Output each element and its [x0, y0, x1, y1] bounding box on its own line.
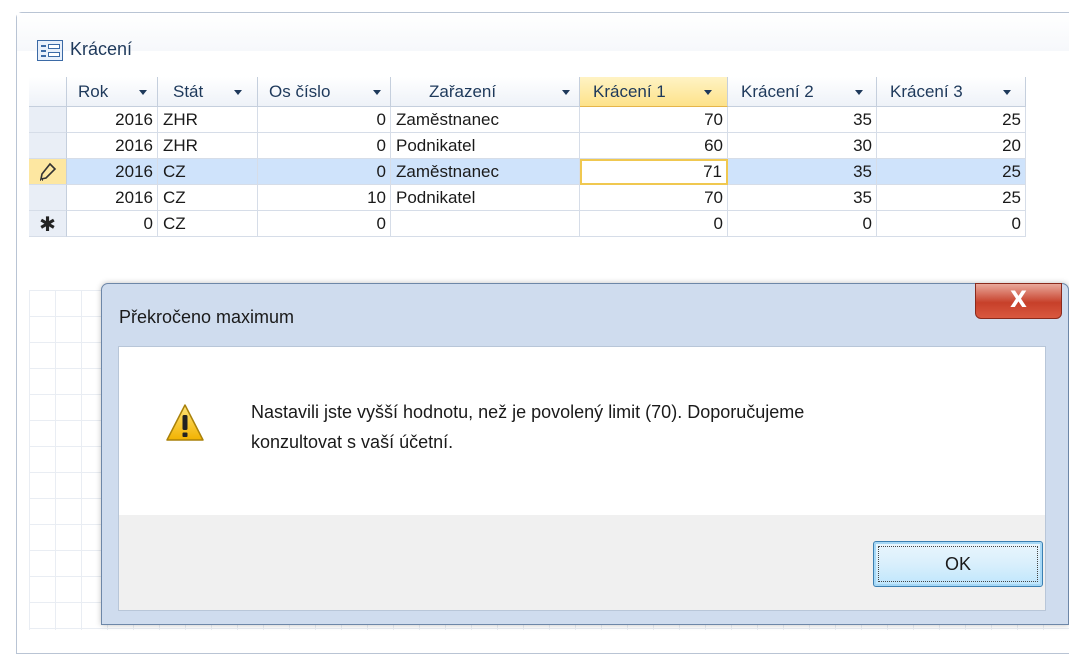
sort-dropdown-icon[interactable]: [855, 90, 863, 95]
column-header-label: Krácení 2: [741, 82, 814, 101]
warning-icon: [166, 404, 204, 441]
cell-kraceni-3[interactable]: 0: [877, 211, 1026, 237]
cell-stat[interactable]: CZ: [158, 159, 258, 185]
cell-kraceni-1-editing[interactable]: 71: [580, 159, 728, 185]
cell-zarazeni[interactable]: Zaměstnanec: [391, 159, 580, 185]
column-header-rok[interactable]: Rok: [67, 77, 158, 107]
cell-kraceni-1[interactable]: 0: [580, 211, 728, 237]
cell-stat[interactable]: ZHR: [158, 133, 258, 159]
cell-kraceni-3[interactable]: 25: [877, 107, 1026, 133]
cell-rok[interactable]: 2016: [67, 185, 158, 211]
cell-kraceni-2[interactable]: 35: [728, 159, 877, 185]
datasheet-title: Krácení: [70, 39, 133, 59]
close-button[interactable]: X: [975, 283, 1062, 319]
sort-dropdown-icon[interactable]: [704, 90, 712, 95]
cell-os-cislo[interactable]: 0: [258, 159, 391, 185]
dialog-message-line-1: Nastavili jste vyšší hodnotu, než je pov…: [251, 402, 805, 422]
column-header-os-cislo[interactable]: Os číslo: [258, 77, 391, 107]
record-selector[interactable]: [29, 159, 67, 185]
cell-kraceni-2[interactable]: 35: [728, 185, 877, 211]
dialog-body: Nastavili jste vyšší hodnotu, než je pov…: [118, 346, 1046, 516]
focus-ring: [878, 546, 1038, 582]
record-selector[interactable]: [29, 185, 67, 211]
column-header-label: Os číslo: [269, 82, 331, 101]
cell-rok[interactable]: 2016: [67, 133, 158, 159]
cell-kraceni-2[interactable]: 0: [728, 211, 877, 237]
sort-dropdown-icon[interactable]: [139, 90, 147, 95]
cell-kraceni-1[interactable]: 70: [580, 107, 728, 133]
cell-rok[interactable]: 2016: [67, 159, 158, 185]
sort-dropdown-icon[interactable]: [1003, 90, 1011, 95]
cell-stat[interactable]: CZ: [158, 211, 258, 237]
cell-os-cislo[interactable]: 0: [258, 107, 391, 133]
column-header-stat[interactable]: Stát: [158, 77, 258, 107]
cell-rok[interactable]: 0: [67, 211, 158, 237]
record-selector[interactable]: [29, 133, 67, 159]
record-selector[interactable]: ✱: [29, 211, 67, 237]
cell-os-cislo[interactable]: 10: [258, 185, 391, 211]
cell-kraceni-3[interactable]: 25: [877, 159, 1026, 185]
column-header-label: Krácení 3: [890, 82, 963, 101]
dialog-title: Překročeno maximum: [119, 307, 295, 327]
datasheet-titlebar: Krácení: [17, 13, 1069, 61]
cell-kraceni-3[interactable]: 20: [877, 133, 1026, 159]
select-all-corner[interactable]: [29, 77, 67, 107]
cell-zarazeni[interactable]: Podnikatel: [391, 133, 580, 159]
cell-stat[interactable]: CZ: [158, 185, 258, 211]
column-header-zarazeni[interactable]: Zařazení: [391, 77, 580, 107]
dialog-message: Nastavili jste vyšší hodnotu, než je pov…: [251, 397, 1011, 457]
cell-kraceni-2[interactable]: 30: [728, 133, 877, 159]
message-dialog: Překročeno maximum X Nastavili jste vyšš…: [101, 283, 1069, 625]
close-icon: X: [1010, 288, 1027, 313]
cell-zarazeni[interactable]: [391, 211, 580, 237]
column-header-kraceni-2[interactable]: Krácení 2: [728, 77, 877, 107]
cell-kraceni-1[interactable]: 70: [580, 185, 728, 211]
cell-kraceni-1[interactable]: 60: [580, 133, 728, 159]
sort-dropdown-icon[interactable]: [234, 90, 242, 95]
dialog-footer: OK: [118, 515, 1046, 611]
record-selector[interactable]: [29, 107, 67, 133]
cell-rok[interactable]: 2016: [67, 107, 158, 133]
column-header-kraceni-3[interactable]: Krácení 3: [877, 77, 1026, 107]
column-header-label: Krácení 1: [593, 82, 666, 101]
new-record-icon: ✱: [39, 212, 56, 236]
cell-stat[interactable]: ZHR: [158, 107, 258, 133]
datasheet-icon: [37, 40, 63, 61]
cell-zarazeni[interactable]: Zaměstnanec: [391, 107, 580, 133]
dialog-message-line-2: konzultovat s vaší účetní.: [251, 432, 454, 452]
cell-os-cislo[interactable]: 0: [258, 133, 391, 159]
cell-os-cislo[interactable]: 0: [258, 211, 391, 237]
cell-kraceni-2[interactable]: 35: [728, 107, 877, 133]
cell-zarazeni[interactable]: Podnikatel: [391, 185, 580, 211]
pencil-icon: [39, 162, 56, 181]
ok-button[interactable]: OK: [873, 541, 1043, 587]
column-header-label: Stát: [173, 82, 204, 101]
column-header-label: Rok: [78, 82, 109, 101]
cell-kraceni-3[interactable]: 25: [877, 185, 1026, 211]
sort-dropdown-icon[interactable]: [562, 90, 570, 95]
column-header-label: Zařazení: [429, 82, 497, 101]
column-header-kraceni-1[interactable]: Krácení 1: [580, 77, 728, 107]
sort-dropdown-icon[interactable]: [373, 90, 381, 95]
